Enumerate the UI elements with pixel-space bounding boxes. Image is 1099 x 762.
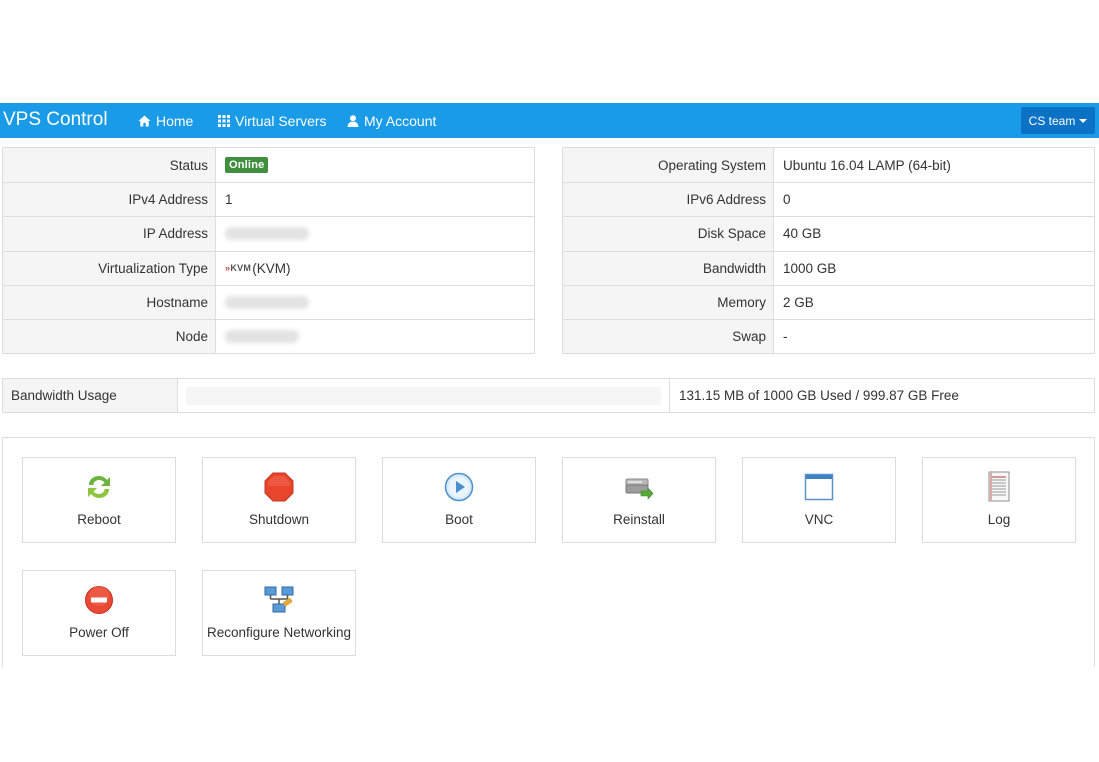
nav-virtual-servers-label: Virtual Servers <box>235 112 327 129</box>
bandwidth-usage-row: Bandwidth Usage 131.15 MB of 1000 GB Use… <box>2 378 1095 413</box>
team-dropdown-button[interactable]: CS team <box>1021 107 1095 134</box>
actions-panel: Reboot Shutdown Boot Reinstall VNC Log P… <box>2 437 1095 667</box>
hostname-label: Hostname <box>3 285 216 319</box>
status-badge: Online <box>225 157 269 174</box>
info-row-memory: Memory 2 GB <box>563 284 1094 319</box>
nav-my-account[interactable]: My Account <box>347 103 436 138</box>
hostname-redacted <box>225 295 309 309</box>
disk-label: Disk Space <box>563 217 774 251</box>
brand-title[interactable]: VPS Control <box>3 108 108 132</box>
boot-icon <box>444 472 474 502</box>
ipv6-label: IPv6 Address <box>563 183 774 217</box>
log-button[interactable]: Log <box>922 457 1076 543</box>
reinstall-icon <box>625 478 654 500</box>
nav-virtual-servers[interactable]: Virtual Servers <box>218 103 327 138</box>
ip-address-redacted <box>225 227 309 241</box>
home-icon <box>138 115 151 126</box>
reconfigure-networking-label: Reconfigure Networking <box>206 625 352 640</box>
shutdown-icon <box>264 472 294 502</box>
swap-label: Swap <box>563 319 774 354</box>
ipv4-label: IPv4 Address <box>3 183 216 217</box>
log-label: Log <box>987 512 1011 527</box>
reinstall-label: Reinstall <box>613 512 665 527</box>
os-value: Ubuntu 16.04 LAMP (64-bit) <box>783 157 951 173</box>
ipv6-value: 0 <box>783 192 791 208</box>
info-row-ip-address: IP Address <box>3 216 534 251</box>
vnc-label: VNC <box>804 512 834 527</box>
info-row-node: Node <box>3 318 534 354</box>
shutdown-button[interactable]: Shutdown <box>202 457 356 543</box>
bandwidth-label: Bandwidth <box>563 251 774 285</box>
nav-my-account-label: My Account <box>364 112 437 129</box>
info-row-virtualization: Virtualization Type »KVM (KVM) <box>3 250 534 285</box>
ip-address-label: IP Address <box>3 217 216 251</box>
log-icon <box>988 471 1010 502</box>
node-redacted <box>225 330 299 344</box>
os-label: Operating System <box>563 148 774 183</box>
reboot-icon <box>88 476 110 498</box>
nav-home-label: Home <box>156 112 194 129</box>
grid-icon <box>218 114 230 127</box>
reinstall-button[interactable]: Reinstall <box>562 457 716 543</box>
power-off-button[interactable]: Power Off <box>22 570 176 656</box>
node-label: Node <box>3 319 216 354</box>
memory-value: 2 GB <box>783 294 814 310</box>
ipv4-value: 1 <box>225 192 233 208</box>
info-row-disk: Disk Space 40 GB <box>563 216 1094 251</box>
memory-label: Memory <box>563 285 774 319</box>
disk-value: 40 GB <box>783 226 822 242</box>
info-row-swap: Swap - <box>563 318 1094 354</box>
info-row-ipv4: IPv4 Address 1 <box>3 182 534 217</box>
team-dropdown-label: CS team <box>1028 113 1076 128</box>
top-navbar: VPS Control Home Virtual Servers My Acco… <box>0 103 1099 138</box>
vnc-button[interactable]: VNC <box>742 457 896 543</box>
bandwidth-usage-summary: 131.15 MB of 1000 GB Used / 999.87 GB Fr… <box>679 388 959 403</box>
virtualization-value: (KVM) <box>252 260 291 276</box>
power-off-icon <box>85 586 113 614</box>
info-row-hostname: Hostname <box>3 284 534 319</box>
virtualization-label: Virtualization Type <box>3 251 216 285</box>
boot-button[interactable]: Boot <box>382 457 536 543</box>
info-row-ipv6: IPv6 Address 0 <box>563 182 1094 217</box>
boot-label: Boot <box>445 512 473 527</box>
vnc-icon <box>804 473 834 501</box>
resource-info-table: Operating System Ubuntu 16.04 LAMP (64-b… <box>562 147 1095 355</box>
caret-down-icon <box>1079 118 1088 123</box>
bandwidth-progress-bar <box>186 386 661 405</box>
reboot-label: Reboot <box>77 512 121 527</box>
network-icon <box>264 586 294 613</box>
reboot-button[interactable]: Reboot <box>22 457 176 543</box>
info-row-os: Operating System Ubuntu 16.04 LAMP (64-b… <box>563 148 1094 183</box>
user-icon <box>347 114 359 127</box>
nav-home[interactable]: Home <box>138 103 193 138</box>
swap-value: - <box>783 329 788 345</box>
bandwidth-value: 1000 GB <box>783 260 837 276</box>
bandwidth-usage-label: Bandwidth Usage <box>3 379 178 412</box>
info-row-bandwidth: Bandwidth 1000 GB <box>563 250 1094 285</box>
kvm-logo-icon: »KVM <box>225 263 252 274</box>
server-info-table: Status Online IPv4 Address 1 IP Address … <box>2 147 535 355</box>
info-row-status: Status Online <box>3 148 534 183</box>
power-off-label: Power Off <box>69 625 129 640</box>
status-label: Status <box>3 148 216 183</box>
shutdown-label: Shutdown <box>248 512 310 527</box>
reconfigure-networking-button[interactable]: Reconfigure Networking <box>202 570 356 656</box>
